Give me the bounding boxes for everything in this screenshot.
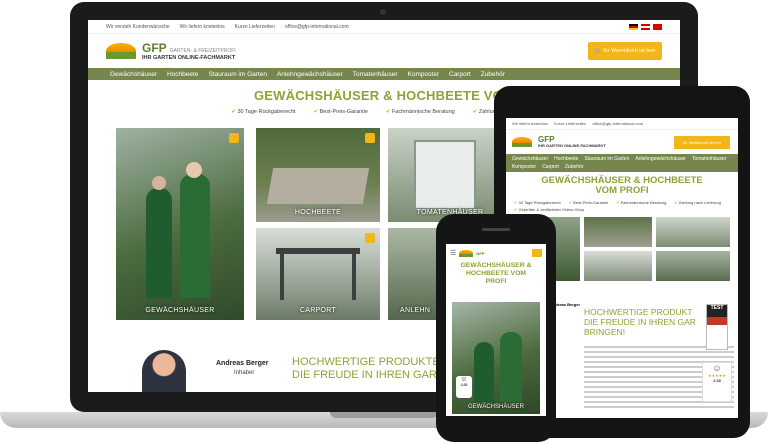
nav-item[interactable]: Tomatenhäuser <box>353 71 398 78</box>
rating-value: 4.88 <box>460 383 468 387</box>
nav-item[interactable]: Hochbeete <box>167 71 198 78</box>
language-switcher[interactable] <box>629 23 662 30</box>
tablet-usp-list: 30 Tage Rückgaberecht Best-Preis-Garanti… <box>506 197 738 215</box>
nav-item[interactable]: Hochbeete <box>554 156 578 162</box>
flag-ch-icon[interactable] <box>653 23 662 30</box>
logo-sub: GARTEN- & FREIZEITPROFI <box>169 48 236 55</box>
main-nav: Gewächshäuser Hochbeete Stauraum im Gart… <box>88 68 680 80</box>
logo-tagline: IHR GARTEN ONLINE-FACHMARKT <box>538 143 606 148</box>
usp-item: Geprüfter & zertifizierter Online-Shop <box>514 207 584 212</box>
category-tile-carport[interactable]: CARPORT <box>256 228 380 320</box>
phone-header: ☰ GFP <box>446 244 546 262</box>
headline-line: DIE FREUDE IN IHREN GARTEN <box>292 368 459 381</box>
title-line: PROFI <box>485 277 507 285</box>
usp-item: Fachmännische Beratung <box>386 109 455 115</box>
nav-item[interactable]: Komposter <box>408 71 439 78</box>
category-tile[interactable] <box>656 250 730 281</box>
tile-label: HOCHBEETE <box>294 209 342 216</box>
tile-badge-icon <box>365 233 375 243</box>
logo-brand: GFP <box>142 41 167 56</box>
cart-button[interactable]: 🛒 Ihr Warenkorb ist leer <box>588 42 662 60</box>
tile-label: CARPORT <box>299 307 337 314</box>
nav-item[interactable]: Zubehör <box>481 71 505 78</box>
rating-value: 4.88 <box>713 378 721 383</box>
nav-item[interactable]: Tomatenhäuser <box>692 156 726 162</box>
headline-line: HOCHWERTIGE PRODUKTE <box>292 356 440 368</box>
nav-item[interactable]: Zubehör <box>565 164 584 170</box>
topbar-item: Kurze Lieferzeiten <box>234 23 275 30</box>
title-line: GEWÄCHSHÄUSER & <box>460 262 532 269</box>
test-seal-icon: TEST <box>706 304 728 350</box>
laptop-notch <box>330 412 438 418</box>
rating-widget[interactable]: ☺ 4.88 <box>456 376 472 398</box>
tablet-nav: Gewächshäuser Hochbeete Stauraum im Gart… <box>506 154 738 172</box>
cart-button[interactable]: Ihr Warenkorb ist leer <box>674 136 730 149</box>
topbar: Wir versteh Kundenwünsche Wir liefern ko… <box>88 20 680 34</box>
menu-icon[interactable]: ☰ <box>450 249 456 257</box>
category-tile[interactable] <box>584 216 652 247</box>
logo-icon[interactable] <box>106 43 136 59</box>
tablet-section-headline: HOCHWERTIGE PRODUKT DIE FREUDE IN IHREN … <box>584 307 696 337</box>
nav-item[interactable]: Carport <box>542 164 559 170</box>
phone-category-tile[interactable]: ☺ 4.88 GEWÄCHSHÄUSER <box>452 302 540 414</box>
usp-item: Best-Preis-Garantie <box>569 200 608 205</box>
usp-item: 30 Tage Rückgaberecht <box>514 200 560 205</box>
topbar-item: Kurze Lieferzeiten <box>554 121 587 126</box>
usp-item: Best-Preis-Garantie <box>313 109 368 115</box>
tile-badge-icon <box>365 133 375 143</box>
topbar-email-link[interactable]: office@gfp-international.com <box>285 24 349 30</box>
tablet-topbar: Wir liefern kostenlos Kurze Lieferzeiten… <box>506 118 738 130</box>
usp-item: 30 Tage Rückgaberecht <box>231 109 295 115</box>
usp-item: Zahlung nach Lieferung <box>674 200 721 205</box>
phone-page-title: GEWÄCHSHÄUSER & HOCHBEETE VOM PROFI <box>446 262 546 285</box>
logo-tagline: IHR GARTEN ONLINE-FACHMARKT <box>142 55 236 62</box>
category-tile[interactable] <box>584 250 652 281</box>
title-line: VOM PROFI <box>595 185 649 197</box>
seal-label: TEST <box>707 305 727 317</box>
owner-avatar <box>142 350 186 392</box>
tablet-page-title: GEWÄCHSHÄUSER & HOCHBEETE VOM PROFI <box>506 175 738 197</box>
cart-label: Ihr Warenkorb ist leer <box>603 48 656 54</box>
nav-item[interactable]: Carport <box>449 71 471 78</box>
tile-label: GEWÄCHSHÄUSER <box>145 307 215 314</box>
title-line: HOCHBEETE VOM <box>465 269 527 277</box>
nav-item[interactable]: Gewächshäuser <box>512 156 548 162</box>
topbar-item: Wir liefern kostenlos <box>179 23 225 30</box>
category-tile-hochbeete[interactable]: HOCHBEETE <box>256 128 380 222</box>
topbar-email-link[interactable]: office@gfp-international.com <box>592 121 643 126</box>
nav-item[interactable]: Stauraum im Garten <box>584 156 629 162</box>
device-mockup-scene: Wir versteh Kundenwünsche Wir liefern ko… <box>0 0 768 442</box>
logo-icon[interactable] <box>512 137 532 147</box>
tile-label: GEWÄCHSHÄUSER <box>467 404 524 410</box>
laptop-camera <box>380 9 386 15</box>
logo[interactable]: GFP GARTEN- & FREIZEITPROFI IHR GARTEN ON… <box>142 40 236 62</box>
category-tile-gewaechshaeuser[interactable]: GEWÄCHSHÄUSER <box>116 128 244 320</box>
section-headline: HOCHWERTIGE PRODUKTE DIE FREUDE IN IHREN… <box>292 356 459 381</box>
nav-item[interactable]: Anlehngewächshäuser <box>635 156 686 162</box>
cart-label: Ihr Warenkorb ist leer <box>682 140 722 145</box>
flag-de-icon[interactable] <box>629 23 638 30</box>
tablet-header: GFP IHR GARTEN ONLINE-FACHMARKT Ihr Ware… <box>506 130 738 154</box>
topbar-item: Wir liefern kostenlos <box>512 121 549 126</box>
headline-line: BRINGEN! <box>584 326 626 337</box>
nav-item[interactable]: Komposter <box>512 164 536 170</box>
nav-item[interactable]: Anlehngewächshäuser <box>277 71 343 78</box>
header: GFP GARTEN- & FREIZEITPROFI IHR GARTEN ON… <box>88 34 680 68</box>
flag-at-icon[interactable] <box>641 23 650 30</box>
logo-brand: GFP <box>476 250 485 256</box>
nav-item[interactable]: Stauraum im Garten <box>208 71 267 78</box>
topbar-item: Wir versteh Kundenwünsche <box>106 23 170 30</box>
phone-speaker <box>482 228 510 231</box>
logo[interactable]: GFP IHR GARTEN ONLINE-FACHMARKT <box>538 136 606 148</box>
category-tile[interactable] <box>656 216 730 247</box>
rating-widget[interactable]: ☺ ★★★★★ 4.88 <box>702 362 732 402</box>
owner-name: Andreas Berger <box>216 360 269 367</box>
cart-icon[interactable] <box>532 249 542 257</box>
nav-item[interactable]: Gewächshäuser <box>110 71 157 78</box>
tile-badge-icon <box>229 133 239 143</box>
usp-item: Fachmännische Beratung <box>616 200 667 205</box>
phone-screen: ☰ GFP GEWÄCHSHÄUSER & HOCHBEETE VOM PROF… <box>446 244 546 416</box>
logo-icon[interactable] <box>459 249 474 257</box>
owner-role: Inhaber <box>234 370 255 376</box>
